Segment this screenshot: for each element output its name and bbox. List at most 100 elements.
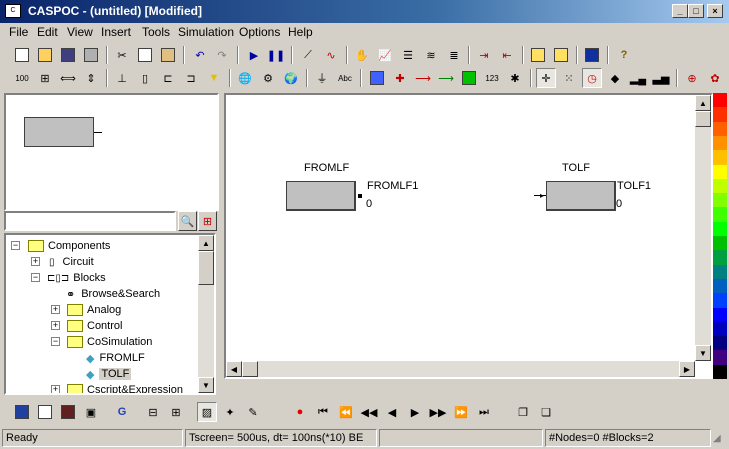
list-tool-button[interactable]: ☰ [398, 45, 418, 65]
menu-simulation[interactable]: Simulation [178, 25, 234, 39]
schematic-canvas[interactable]: FROMLF FROMLF1 0 TOLF ▸ TOLF1 0 ▲ ▼ ◀ ▶ [224, 93, 713, 379]
collapse-icon[interactable]: − [31, 273, 40, 282]
image-star-button[interactable]: ✦ [220, 402, 240, 422]
color-swatch[interactable] [713, 236, 727, 251]
color-swatch[interactable] [713, 221, 727, 237]
pause-simulation-button[interactable]: ❚❚ [266, 45, 286, 65]
canvas-scroll-down[interactable]: ▼ [695, 345, 711, 361]
tree-item-cosimulation[interactable]: − CoSimulation [51, 334, 152, 350]
maximize-button[interactable]: □ [688, 4, 704, 18]
network-button[interactable]: ⚙ [258, 68, 278, 88]
canvas-hscroll-thumb[interactable] [242, 361, 258, 377]
play-button[interactable]: ▶ [405, 402, 425, 422]
window-cascade-button[interactable]: ❐ [513, 402, 533, 422]
filter-button[interactable]: ▼ [204, 68, 224, 88]
tree-item-analog[interactable]: + Analog [51, 302, 121, 318]
grid-button[interactable]: ⁙ [559, 68, 579, 88]
library-edit-button[interactable] [551, 45, 571, 65]
expand-icon[interactable]: + [51, 321, 60, 330]
bars-tool-button[interactable]: ≣ [444, 45, 464, 65]
block-fromlf-output-pin[interactable] [358, 194, 362, 198]
tree-scrollbar[interactable]: ▲ ▼ [198, 235, 214, 393]
step-back-button[interactable]: ◀ [382, 402, 402, 422]
expand-icon[interactable]: + [51, 305, 60, 314]
minimize-button[interactable]: _ [672, 4, 688, 18]
color-swatch[interactable] [713, 207, 727, 223]
color-swatch[interactable] [713, 350, 727, 366]
go-end-button[interactable]: ⏭ [474, 402, 494, 422]
probe-button[interactable]: ⏚ [312, 68, 332, 88]
cut-button[interactable]: ✂ [112, 45, 132, 65]
menu-tools[interactable]: Tools [142, 25, 170, 39]
tree-item-control[interactable]: + Control [51, 318, 122, 334]
redo-button[interactable]: ↷ [212, 45, 232, 65]
resize-grip-icon[interactable]: ◢ [713, 433, 721, 444]
color-swatch[interactable] [713, 121, 727, 137]
image-view-button[interactable]: ▨ [197, 402, 217, 422]
paint-button[interactable]: ◆ [605, 68, 625, 88]
step-forward-button[interactable]: ▶▶ [428, 402, 448, 422]
canvas-scroll-up[interactable]: ▲ [695, 95, 711, 111]
tree-item-blocks[interactable]: − ⊏▯⊐ Blocks [31, 270, 106, 286]
color-swatch[interactable] [713, 364, 727, 380]
expand-icon[interactable]: + [51, 385, 60, 393]
color-swatch[interactable] [713, 107, 727, 123]
chip-button[interactable]: ⊕ [682, 68, 702, 88]
collapse-icon[interactable]: − [51, 337, 60, 346]
block-in-button[interactable]: ⊏ [158, 68, 178, 88]
rewind-button[interactable]: ◀◀ [359, 402, 379, 422]
fast-rewind-button[interactable]: ⏪ [336, 402, 356, 422]
color-swatch[interactable] [713, 135, 727, 151]
tree-item-fromlf[interactable]: ◆ FROMLF [86, 350, 145, 366]
chip-view-button[interactable]: ▣ [81, 402, 101, 422]
edit-image-button[interactable]: ✎ [243, 402, 263, 422]
print-button[interactable] [81, 45, 101, 65]
component-button[interactable] [367, 68, 387, 88]
zoom-fit-button[interactable]: ⊞ [35, 68, 55, 88]
search-button[interactable]: 🔍 [178, 211, 197, 231]
color-swatch[interactable] [713, 250, 727, 266]
scope-tool-button[interactable]: ∿ [321, 45, 341, 65]
block-fromlf[interactable] [286, 181, 356, 211]
tree-item-browse-search[interactable]: ⚭ Browse&Search [66, 286, 160, 302]
tree-scroll-up[interactable]: ▲ [198, 235, 214, 251]
level-bars-alt-button[interactable]: ▃▅ [651, 68, 671, 88]
paste-button[interactable] [158, 45, 178, 65]
block-tolf[interactable] [546, 181, 616, 211]
color-swatch[interactable] [713, 293, 727, 308]
color-swatch[interactable] [713, 321, 727, 337]
circuit-view-button[interactable] [12, 402, 32, 422]
zoom-width-button[interactable]: ⟺ [58, 68, 78, 88]
zoom-100-button[interactable]: 100 [12, 68, 32, 88]
open-file-button[interactable] [35, 45, 55, 65]
wire-green-button[interactable]: ⟶ [436, 68, 456, 88]
counter-button[interactable]: 123 [482, 68, 502, 88]
color-swatch[interactable] [713, 178, 727, 194]
canvas-vscroll-thumb[interactable] [695, 111, 711, 127]
document-view-button[interactable] [35, 402, 55, 422]
library-button[interactable] [528, 45, 548, 65]
color-swatch[interactable] [713, 336, 727, 351]
color-palette[interactable] [713, 93, 727, 380]
close-button[interactable]: × [707, 4, 723, 18]
record-button[interactable]: ● [290, 402, 310, 422]
led-button[interactable] [459, 68, 479, 88]
color-swatch[interactable] [713, 150, 727, 165]
wire-red-button[interactable]: ⟶ [413, 68, 433, 88]
globe-button[interactable]: 🌐 [235, 68, 255, 88]
ground-button[interactable]: ⊥ [112, 68, 132, 88]
chart-tool-button[interactable]: 📈 [375, 45, 395, 65]
tree-item-components[interactable]: − Components [10, 238, 110, 254]
canvas-scroll-left[interactable]: ◀ [226, 361, 242, 377]
tree-scroll-down[interactable]: ▼ [198, 377, 214, 393]
canvas-vscrollbar[interactable]: ▲ ▼ [695, 95, 711, 361]
tree-item-tolf[interactable]: ◆ TOLF [86, 366, 132, 382]
canvas-scroll-right[interactable]: ▶ [679, 361, 695, 377]
block-out-button[interactable]: ⊐ [181, 68, 201, 88]
resistor-button[interactable]: ▯ [135, 68, 155, 88]
title-bar[interactable]: C CASPOC - (untitled) [Modified] _ □ × [0, 0, 729, 23]
node-button[interactable]: ✚ [390, 68, 410, 88]
disconnect-tool-button[interactable]: ⇤ [497, 45, 517, 65]
sparkle-button[interactable]: ✱ [505, 68, 525, 88]
collapse-icon[interactable]: − [11, 241, 20, 250]
